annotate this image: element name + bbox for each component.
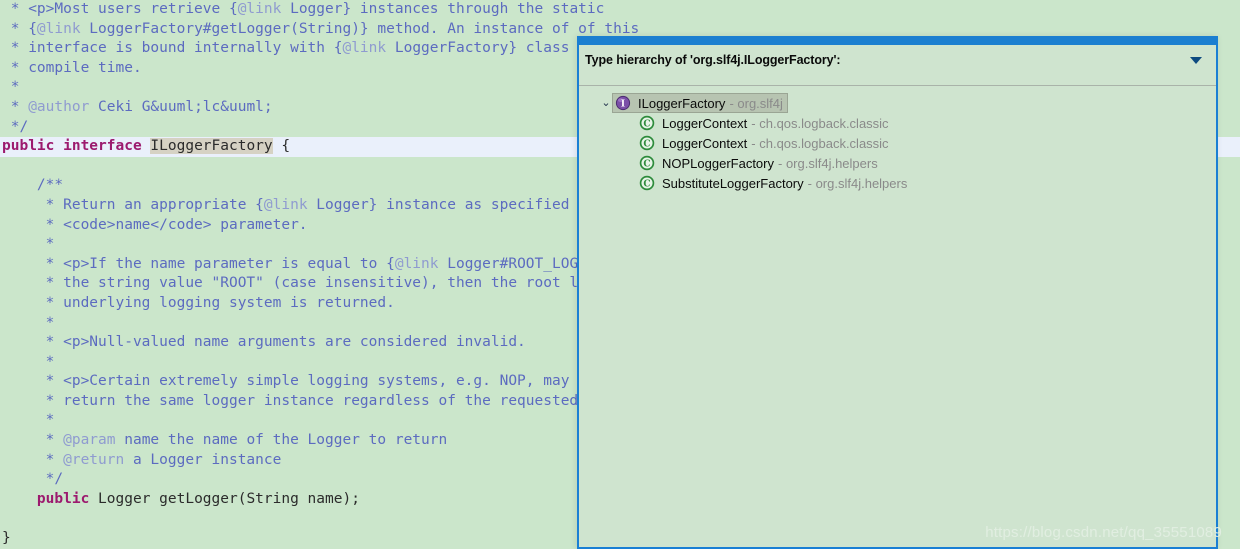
svg-text:C: C [643, 159, 650, 169]
hierarchy-item-content[interactable]: C LoggerContext - ch.qos.logback.classic [637, 134, 893, 152]
popup-title-bar[interactable] [579, 36, 1216, 45]
svg-text:C: C [643, 119, 650, 129]
hierarchy-item-type-name: ILoggerFactory [638, 95, 726, 111]
hierarchy-tree-item[interactable]: ⌄ I ILoggerFactory - org.slf4j [579, 93, 1216, 113]
screen-root: * <p>Most users retrieve {@link Logger} … [0, 0, 1240, 549]
hierarchy-item-package: - org.slf4j.helpers [778, 155, 878, 171]
class-icon: C [638, 114, 656, 132]
hierarchy-tree-item[interactable]: C LoggerContext - ch.qos.logback.classic [579, 133, 1216, 153]
hierarchy-item-package: - org.slf4j.helpers [807, 175, 908, 191]
popup-title-text: Type hierarchy of 'org.slf4j.ILoggerFact… [585, 53, 841, 67]
interface-icon: I [614, 94, 632, 112]
class-icon: C [638, 154, 656, 172]
hierarchy-tree-item[interactable]: C LoggerContext - ch.qos.logback.classic [579, 113, 1216, 133]
hierarchy-item-type-name: SubstituteLoggerFactory [662, 175, 804, 191]
hierarchy-item-package: - org.slf4j [729, 95, 783, 111]
type-hierarchy-popup[interactable]: Type hierarchy of 'org.slf4j.ILoggerFact… [577, 36, 1218, 549]
class-icon: C [638, 134, 656, 152]
hierarchy-item-content[interactable]: C SubstituteLoggerFactory - org.slf4j.help… [637, 174, 911, 192]
hierarchy-item-type-name: LoggerContext [662, 135, 748, 151]
hierarchy-item-type-name: NOPLoggerFactory [662, 155, 774, 171]
hierarchy-item-package: - ch.qos.logback.classic [751, 135, 889, 151]
chevron-down-icon[interactable] [1190, 57, 1202, 64]
hierarchy-item-type-name: LoggerContext [662, 115, 748, 131]
hierarchy-item-content[interactable]: I ILoggerFactory - org.slf4j [612, 93, 788, 113]
hierarchy-item-content[interactable]: C LoggerContext - ch.qos.logback.classic [637, 114, 893, 132]
expand-collapse-icon[interactable]: ⌄ [599, 93, 613, 113]
hierarchy-item-package: - ch.qos.logback.classic [751, 115, 889, 131]
hierarchy-tree-item[interactable]: C NOPLoggerFactory - org.slf4j.helpers [579, 153, 1216, 173]
type-hierarchy-tree[interactable]: ⌄ I ILoggerFactory - org.slf4j C LoggerConte… [579, 86, 1216, 537]
hierarchy-tree-item[interactable]: C SubstituteLoggerFactory - org.slf4j.help… [579, 173, 1216, 193]
svg-text:I: I [621, 100, 625, 110]
svg-text:C: C [643, 179, 650, 189]
hierarchy-item-content[interactable]: C NOPLoggerFactory - org.slf4j.helpers [637, 154, 882, 172]
popup-header: Type hierarchy of 'org.slf4j.ILoggerFact… [579, 45, 1216, 76]
class-icon: C [638, 174, 656, 192]
code-line-comment[interactable]: * <p>Most users retrieve {@link Logger} … [0, 0, 1240, 20]
svg-text:C: C [643, 139, 650, 149]
